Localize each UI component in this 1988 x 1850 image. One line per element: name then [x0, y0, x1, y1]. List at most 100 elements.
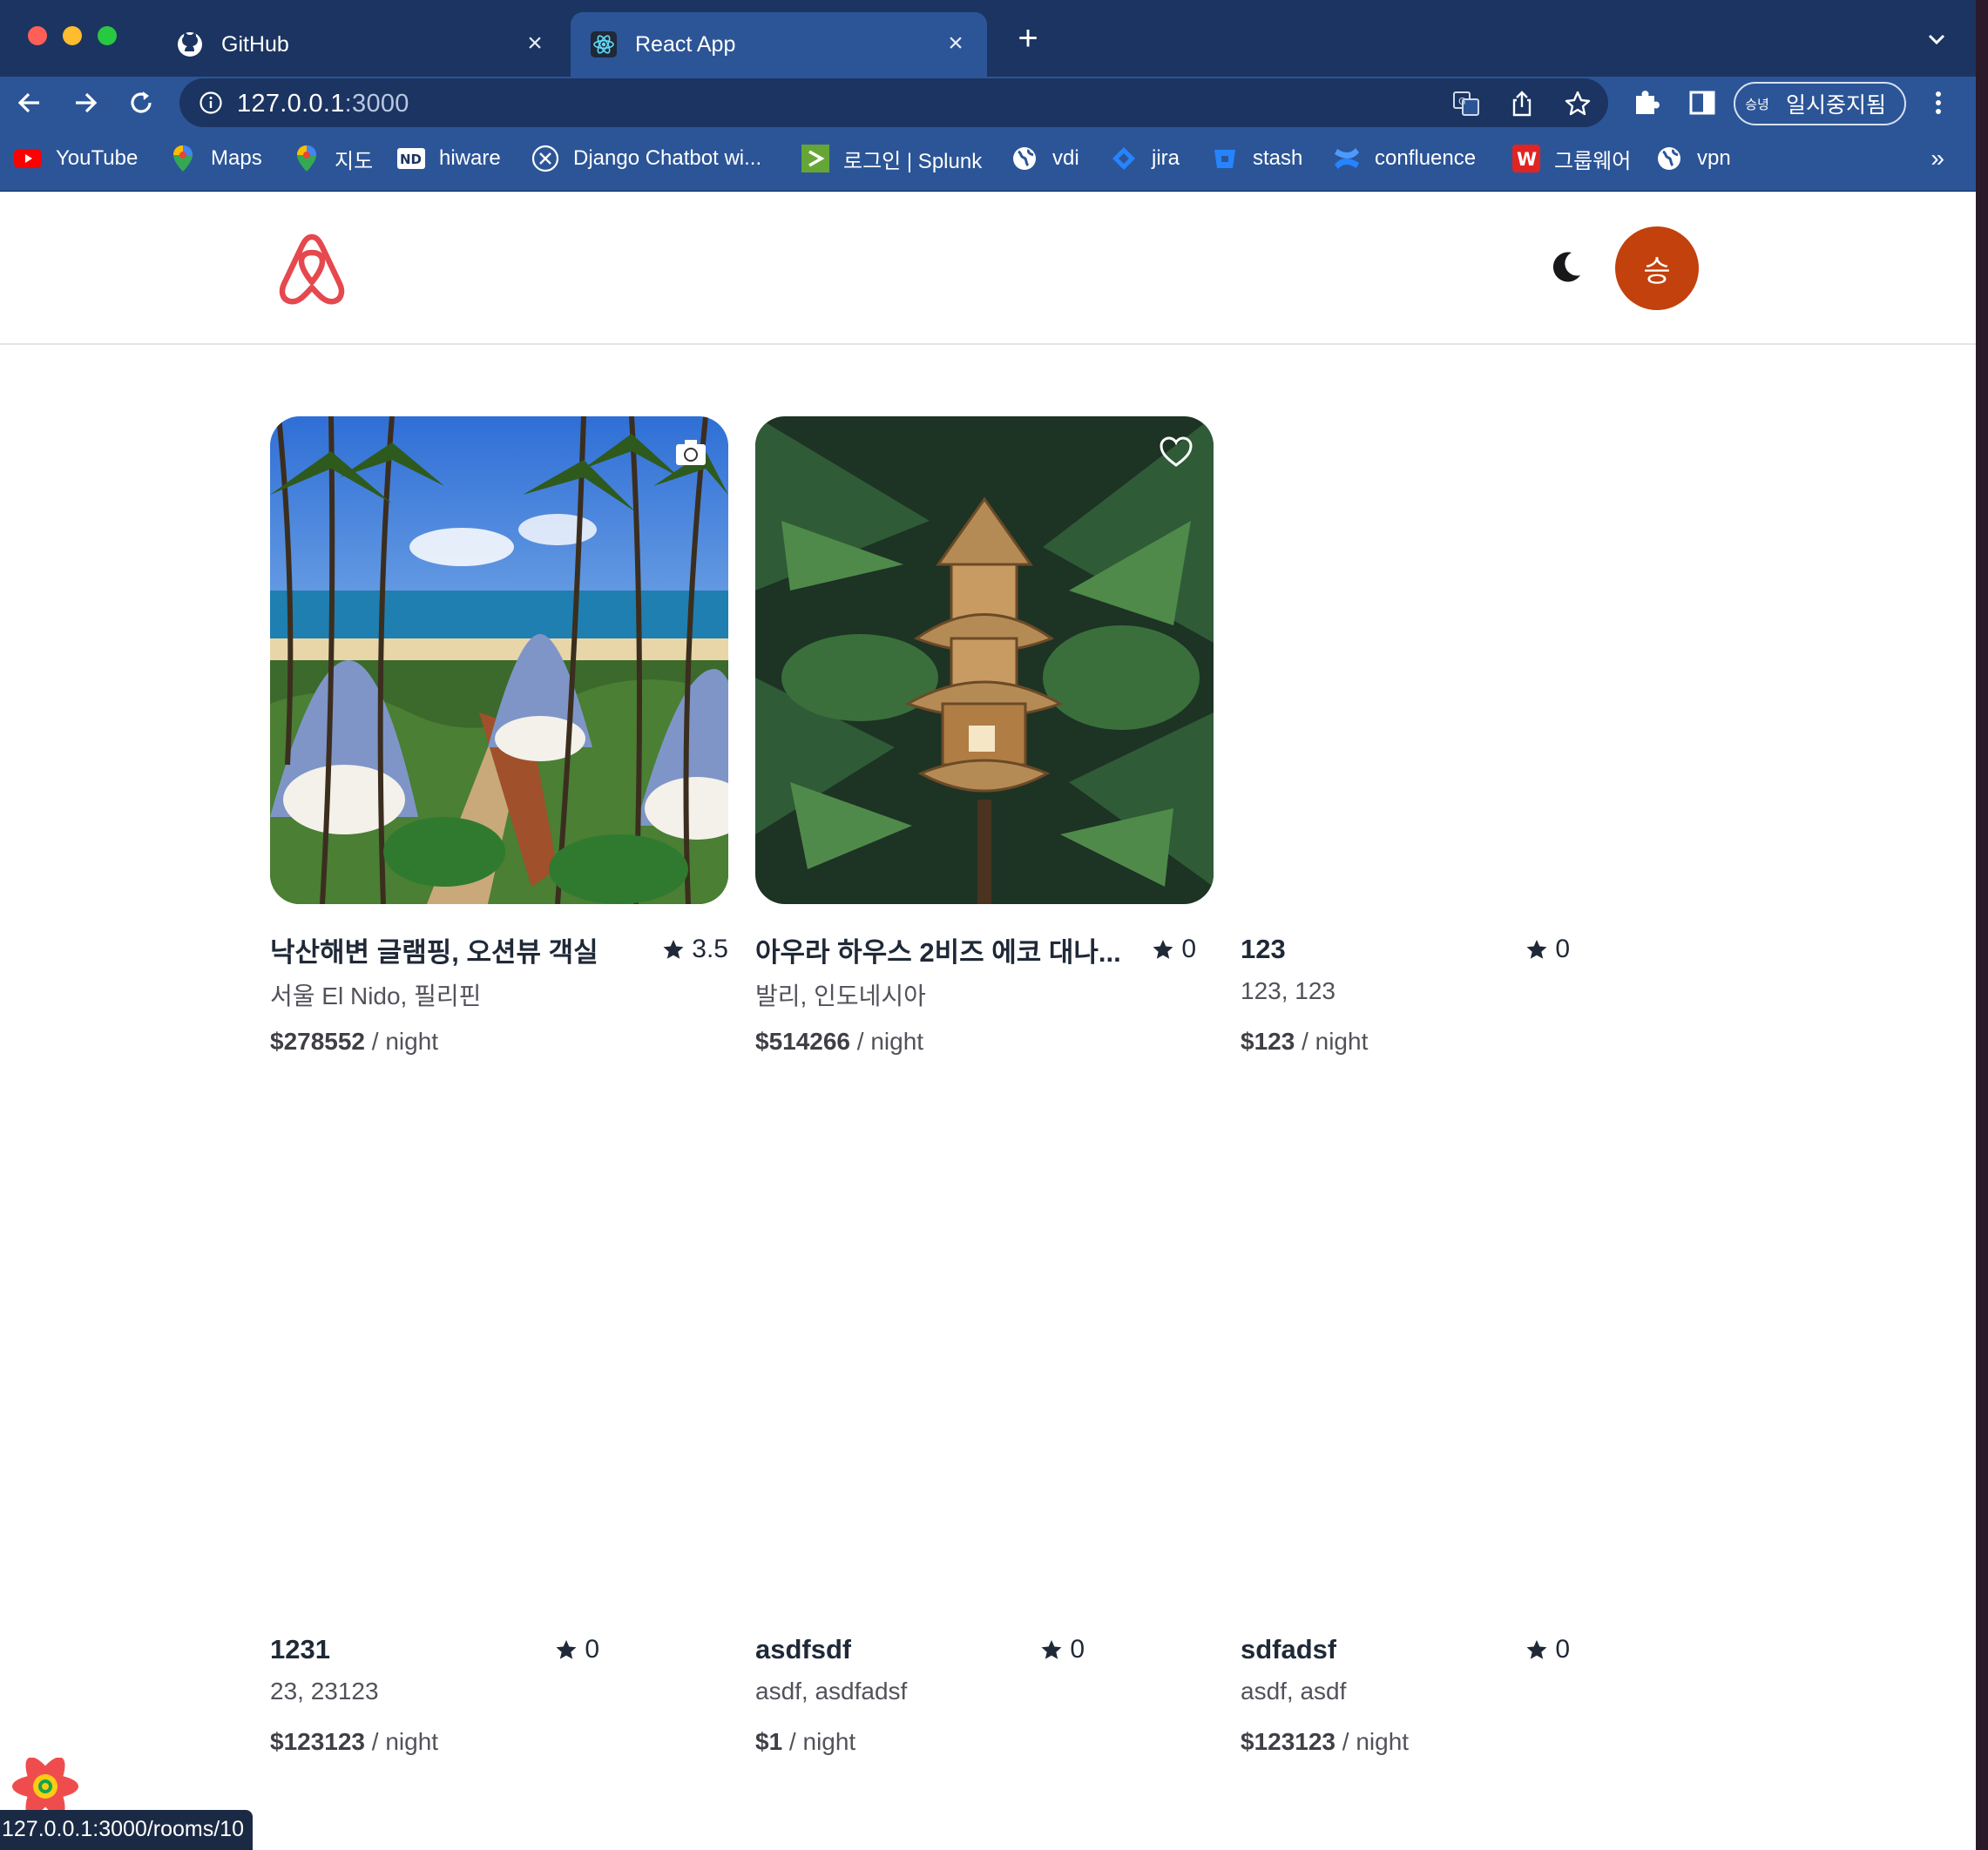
extensions-icon[interactable] — [1631, 87, 1662, 118]
bookmark-vpn[interactable]: vpn — [1655, 141, 1731, 176]
bookmark-splunk[interactable]: 로그인 | Splunk — [801, 141, 982, 176]
tab-react-app[interactable]: React App × — [571, 12, 987, 77]
bookmark-vdi[interactable]: vdi — [1011, 141, 1079, 176]
maps-pin-icon — [169, 145, 197, 172]
room-location: 발리, 인도네시아 — [755, 982, 926, 1009]
share-icon[interactable] — [1507, 89, 1537, 118]
app-header: 승 — [0, 192, 1976, 345]
translate-icon[interactable]: G — [1451, 89, 1481, 118]
bookmark-youtube[interactable]: YouTube — [14, 141, 138, 176]
bookmark-maps[interactable]: Maps — [169, 141, 262, 176]
react-icon — [590, 30, 618, 58]
star-icon — [1526, 1640, 1547, 1659]
room-photo-empty[interactable] — [755, 1117, 1214, 1604]
room-photo-empty[interactable] — [1241, 1117, 1699, 1604]
room-location: 23, 23123 — [270, 1678, 379, 1705]
airbnb-logo-icon[interactable] — [275, 230, 348, 307]
room-card[interactable]: 아우라 하우스 2비즈 에코 대나... 0 발리, 인도네시아 $514266… — [755, 416, 1214, 1055]
tab-strip: GitHub × React App × + — [0, 0, 1976, 77]
more-bookmarks-icon[interactable]: » — [1931, 145, 1944, 172]
w-icon: W — [1512, 145, 1540, 172]
splunk-icon — [801, 145, 829, 172]
react-query-devtools-icon[interactable] — [10, 1757, 80, 1816]
youtube-icon — [14, 145, 42, 172]
status-bar-url: 127.0.0.1:3000/rooms/10 — [0, 1810, 253, 1850]
site-info-icon[interactable] — [199, 91, 223, 115]
heart-icon[interactable] — [1158, 434, 1194, 470]
github-icon — [176, 30, 204, 58]
room-name: sdfadsf — [1241, 1634, 1337, 1664]
star-icon — [1526, 940, 1547, 959]
room-name: 낙산해변 글램핑, 오션뷰 객실 — [270, 936, 598, 968]
confluence-icon — [1333, 145, 1361, 172]
address-bar[interactable]: 127.0.0.1:3000 G — [179, 78, 1608, 127]
tab-title: React App — [635, 31, 736, 57]
dark-mode-moon-icon[interactable] — [1549, 249, 1584, 284]
room-price: $1 / night — [755, 1728, 856, 1755]
x-circle-icon — [531, 145, 559, 172]
globe-icon — [1011, 145, 1038, 172]
bookmark-django-chatbot[interactable]: Django Chatbot wi... — [531, 141, 761, 176]
globe-icon — [1655, 145, 1683, 172]
back-icon[interactable] — [9, 82, 51, 124]
room-photo-empty[interactable] — [1241, 416, 1699, 904]
room-card[interactable]: 123 0 123, 123 $123 / night — [1241, 416, 1699, 1055]
room-rating: 0 — [1152, 935, 1196, 964]
room-rating: 0 — [1525, 935, 1570, 964]
close-window-button[interactable] — [28, 26, 47, 45]
room-rating: 0 — [1525, 1635, 1570, 1664]
room-card[interactable]: sdfadsf 0 asdf, asdf $123123 / night — [1241, 1117, 1699, 1755]
star-icon — [1041, 1640, 1062, 1659]
room-price: $123123 / night — [270, 1728, 439, 1755]
close-tab-icon[interactable]: × — [940, 28, 971, 59]
profile-status-label: 일시중지됨 — [1786, 93, 1887, 118]
bookmarks-bar: YouTube Maps 지도 ND hiware Django Chatbot… — [0, 129, 1976, 192]
room-name: 1231 — [270, 1634, 330, 1664]
zoom-window-button[interactable] — [98, 26, 117, 45]
room-location: asdf, asdfadsf — [755, 1678, 908, 1705]
reload-icon[interactable] — [120, 82, 162, 124]
browser-toolbar: 127.0.0.1:3000 G 승녕 일시중지됨 — [0, 77, 1976, 129]
profile-button[interactable]: 승녕 일시중지됨 — [1734, 82, 1906, 125]
room-location: 서울 El Nido, 필리핀 — [270, 982, 482, 1009]
camera-icon[interactable] — [673, 434, 709, 470]
room-price: $123 / night — [1241, 1028, 1369, 1055]
user-avatar[interactable]: 승 — [1615, 226, 1699, 310]
avatar: 승녕 — [1741, 87, 1774, 120]
room-card[interactable]: 1231 0 23, 23123 $123123 / night — [270, 1117, 728, 1755]
desktop-background — [1976, 0, 1988, 1850]
chevron-down-icon[interactable] — [1924, 26, 1950, 52]
jira-icon — [1110, 145, 1138, 172]
side-panel-icon[interactable] — [1687, 87, 1718, 118]
bookmark-confluence[interactable]: confluence — [1333, 141, 1476, 176]
forward-icon[interactable] — [64, 82, 106, 124]
maps-pin-icon — [293, 145, 321, 172]
stash-icon — [1211, 145, 1239, 172]
room-card[interactable]: asdfsdf 0 asdf, asdfadsf $1 / night — [755, 1117, 1214, 1755]
room-photo-beach-glamping[interactable] — [270, 416, 728, 904]
bookmark-groupware[interactable]: W 그룹웨어 — [1512, 141, 1631, 176]
room-photo-empty[interactable] — [270, 1117, 728, 1604]
bookmark-hiware[interactable]: ND hiware — [397, 141, 501, 176]
room-location: asdf, asdf — [1241, 1678, 1347, 1705]
bookmark-stash[interactable]: stash — [1211, 141, 1302, 176]
minimize-window-button[interactable] — [63, 26, 82, 45]
new-tab-icon[interactable]: + — [1011, 21, 1045, 57]
room-name: 123 — [1241, 934, 1286, 964]
room-photo-bamboo-house[interactable] — [755, 416, 1214, 904]
bookmark-star-icon[interactable] — [1563, 89, 1592, 118]
tab-title: GitHub — [221, 31, 289, 57]
svg-text:ND: ND — [400, 152, 422, 167]
page-content: 승 낙산해변 글램핑, 오션뷰 객실 3.5 서울 El Nido, 필리핀 $… — [0, 192, 1976, 1850]
room-price: $278552 / night — [270, 1028, 439, 1055]
bookmark-jira[interactable]: jira — [1110, 141, 1180, 176]
svg-text:W: W — [1517, 149, 1537, 170]
room-card[interactable]: 낙산해변 글램핑, 오션뷰 객실 3.5 서울 El Nido, 필리핀 $27… — [270, 416, 728, 1055]
close-tab-icon[interactable]: × — [519, 28, 551, 59]
more-menu-icon[interactable] — [1925, 87, 1951, 118]
star-icon — [663, 940, 684, 959]
bookmark-jido[interactable]: 지도 — [293, 141, 373, 176]
tab-github[interactable]: GitHub × — [157, 12, 566, 77]
room-price: $123123 / night — [1241, 1728, 1410, 1755]
browser-window: GitHub × React App × + 127.0.0.1:3000 G … — [0, 0, 1976, 1850]
